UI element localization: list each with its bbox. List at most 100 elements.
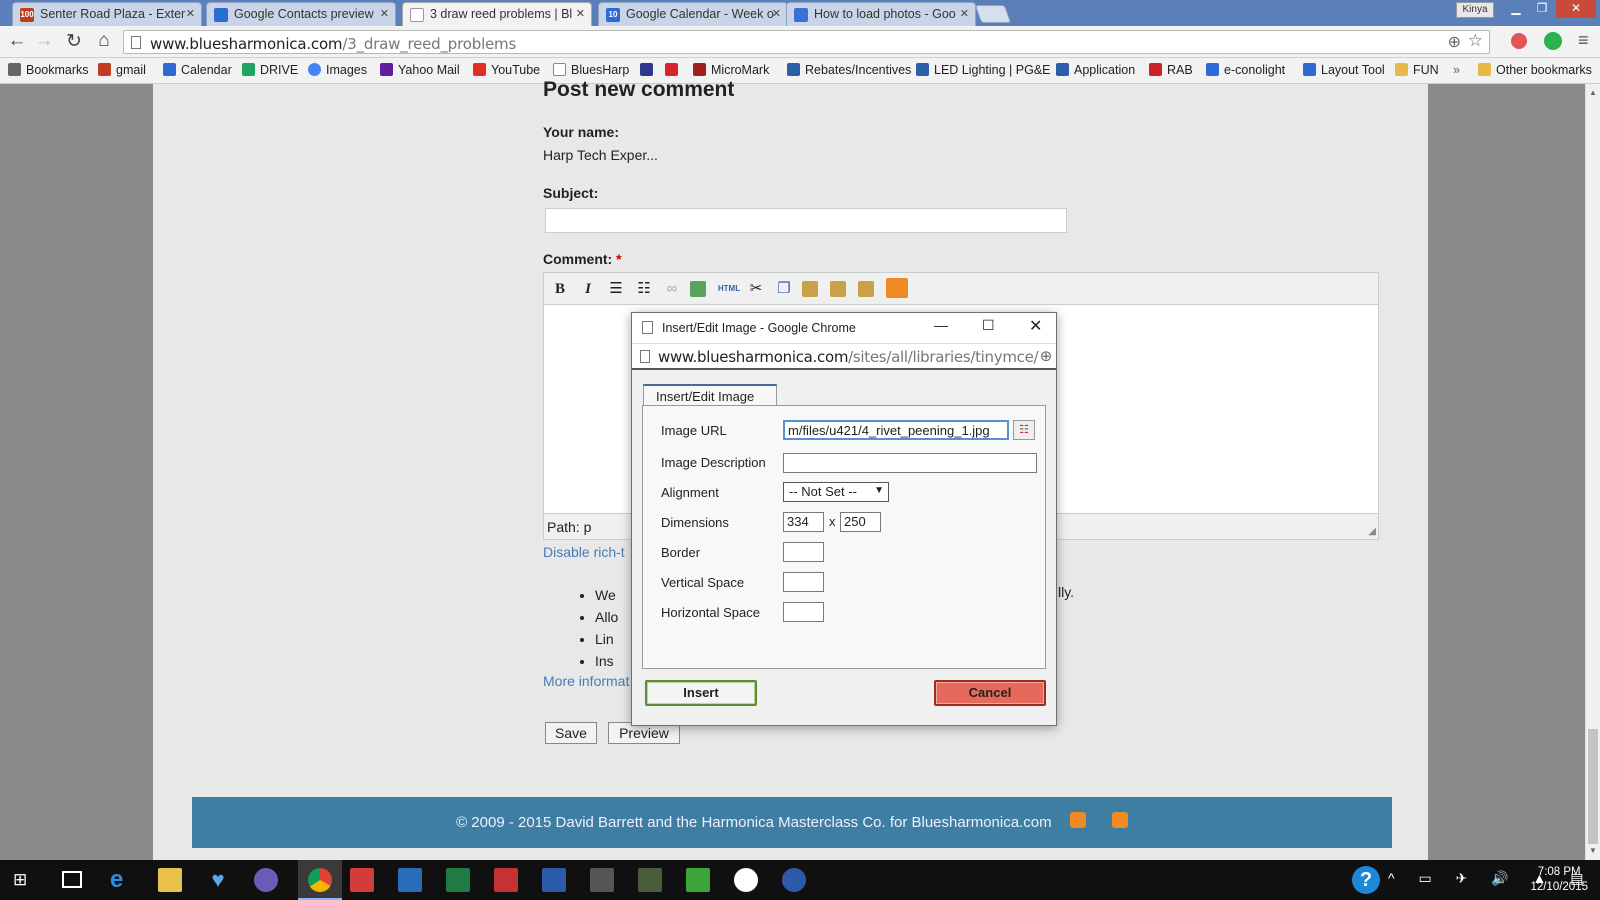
alignment-select[interactable]: -- Not Set -- ▼ <box>783 482 889 502</box>
address-bar[interactable]: www.bluesharmonica.com/3_draw_reed_probl… <box>123 30 1490 54</box>
minimize-icon[interactable]: ▁ <box>1504 0 1528 18</box>
bookmark-bluesharp[interactable]: BluesHarp <box>553 63 629 77</box>
bookmark-youtube[interactable]: YouTube <box>473 63 540 77</box>
bookmark-calendar[interactable]: Calendar <box>163 63 232 77</box>
image-description-input[interactable] <box>783 453 1037 473</box>
bookmark-p[interactable] <box>640 63 658 77</box>
insert-button[interactable]: Insert <box>645 680 757 706</box>
save-button[interactable]: Save <box>545 722 597 744</box>
horizontal-space-input[interactable] <box>783 602 824 622</box>
page-scrollbar[interactable]: ▲ ▼ <box>1585 84 1600 860</box>
excel-icon[interactable] <box>446 868 470 892</box>
cut-icon[interactable]: ✂ <box>746 279 766 299</box>
bookmark-fun[interactable]: FUN <box>1395 63 1439 77</box>
reload-icon[interactable]: ↻ <box>62 30 86 53</box>
windows-start-icon[interactable]: ⊞ <box>13 871 31 889</box>
copy-icon[interactable]: ❐ <box>774 279 794 299</box>
rss-icon[interactable] <box>1111 812 1128 828</box>
tab-draw-reed-problems[interactable]: 3 draw reed problems | Bl ✕ <box>402 2 592 26</box>
bookmark-e-conolight[interactable]: e-conolight <box>1206 63 1285 77</box>
resize-handle-icon[interactable]: ◢ <box>1368 526 1376 537</box>
bookmark-yahoo-mail[interactable]: Yahoo Mail <box>380 63 460 77</box>
bookmarks-overflow[interactable]: » <box>1453 63 1460 77</box>
bookmark-application[interactable]: Application <box>1056 63 1135 77</box>
minimize-icon[interactable]: — <box>934 317 948 333</box>
help-icon[interactable]: ? <box>1352 866 1380 894</box>
word-icon[interactable] <box>542 868 566 892</box>
disable-rich-text-link[interactable]: Disable rich-t <box>543 544 625 560</box>
tab-insert-edit-image[interactable]: Insert/Edit Image <box>643 384 777 406</box>
pc-icon[interactable] <box>686 868 710 892</box>
close-icon[interactable]: ✕ <box>380 7 389 20</box>
bookmark-images[interactable]: Images <box>308 63 367 77</box>
tab-how-to-load-photos[interactable]: How to load photos - Goo ✕ <box>786 2 976 26</box>
tab-google-contacts[interactable]: 👤 Google Contacts preview ✕ <box>206 2 396 26</box>
forward-icon[interactable]: → <box>32 30 56 52</box>
browse-icon[interactable]: ☷ <box>1013 420 1035 440</box>
bookmark-rebates[interactable]: Rebates/Incentives <box>787 63 911 77</box>
heart-app-icon[interactable]: ♥ <box>206 868 230 892</box>
soundcloud-icon[interactable] <box>886 278 908 298</box>
media-icon[interactable] <box>782 868 806 892</box>
image-url-input[interactable]: m/files/u421/4_rivet_peening_1.jpg <box>783 420 1009 440</box>
paste-word-icon[interactable] <box>858 281 874 297</box>
paste-icon[interactable] <box>802 281 818 297</box>
html-icon[interactable]: HTML <box>716 279 742 299</box>
itunes-icon[interactable] <box>734 868 758 892</box>
extension-icon[interactable] <box>1511 33 1527 49</box>
italic-icon[interactable]: I <box>578 279 598 299</box>
bookmarks-apps[interactable]: Bookmarks <box>8 63 89 77</box>
width-input[interactable]: 334 <box>783 512 824 532</box>
scroll-thumb[interactable] <box>1588 729 1598 844</box>
maximize-icon[interactable]: ☐ <box>982 317 995 334</box>
zoom-icon[interactable]: ⊕ <box>1039 347 1052 365</box>
close-icon[interactable]: ✕ <box>1029 316 1042 336</box>
bookmark-led-lighting[interactable]: LED Lighting | PG&E <box>916 63 1051 77</box>
grammarly-icon[interactable] <box>1544 32 1562 50</box>
subject-input[interactable] <box>545 208 1067 233</box>
close-window-icon[interactable]: ✕ <box>1556 0 1596 18</box>
vertical-space-input[interactable] <box>783 572 824 592</box>
bookmark-red[interactable] <box>665 63 683 77</box>
numbered-list-icon[interactable]: ☷ <box>634 279 654 299</box>
link-icon[interactable]: ∞ <box>662 279 682 299</box>
home-icon[interactable]: ⌂ <box>92 30 116 52</box>
calculator-icon[interactable] <box>590 868 614 892</box>
cancel-button[interactable]: Cancel <box>934 680 1046 706</box>
bullet-list-icon[interactable]: ☰ <box>606 279 626 299</box>
edge-icon[interactable]: e <box>110 868 134 892</box>
pdf-icon[interactable] <box>494 868 518 892</box>
rss-icon[interactable] <box>1069 812 1086 828</box>
bookmark-gmail[interactable]: gmail <box>98 63 146 77</box>
bookmark-drive[interactable]: DRIVE <box>242 63 298 77</box>
zoom-icon[interactable]: ⊕ <box>1448 32 1461 52</box>
more-info-link[interactable]: More informat <box>543 673 629 689</box>
restore-icon[interactable]: ❐ <box>1530 0 1554 18</box>
new-tab-button[interactable] <box>974 5 1012 23</box>
close-icon[interactable]: ✕ <box>960 7 969 20</box>
tab-google-calendar[interactable]: 10 Google Calendar - Week o ✕ <box>598 2 788 26</box>
scroll-up-icon[interactable]: ▲ <box>1589 88 1597 97</box>
close-icon[interactable]: ✕ <box>772 7 781 20</box>
bold-icon[interactable]: B <box>550 279 570 299</box>
profile-button[interactable]: Kinya <box>1456 2 1494 18</box>
image-icon[interactable] <box>690 281 706 297</box>
star-icon[interactable]: ☆ <box>1468 31 1483 51</box>
task-view-icon[interactable] <box>62 871 82 888</box>
scroll-down-icon[interactable]: ▼ <box>1589 846 1597 855</box>
close-icon[interactable]: ✕ <box>186 7 195 20</box>
close-icon[interactable]: ✕ <box>576 7 585 20</box>
chrome-taskbar-item[interactable] <box>298 860 342 900</box>
ppt-app-icon[interactable] <box>254 868 278 892</box>
app-icon[interactable] <box>638 868 662 892</box>
back-icon[interactable]: ← <box>5 30 29 52</box>
border-input[interactable] <box>783 542 824 562</box>
mail-icon[interactable] <box>398 868 422 892</box>
gmail-app-icon[interactable] <box>350 868 374 892</box>
menu-icon[interactable]: ≡ <box>1578 30 1589 51</box>
taskbar-clock[interactable]: 7:08 PM 12/10/2015 <box>1530 865 1588 895</box>
paste-text-icon[interactable] <box>830 281 846 297</box>
height-input[interactable]: 250 <box>840 512 881 532</box>
bookmark-layout-tool[interactable]: Layout Tool <box>1303 63 1385 77</box>
bookmark-rab[interactable]: RAB <box>1149 63 1193 77</box>
